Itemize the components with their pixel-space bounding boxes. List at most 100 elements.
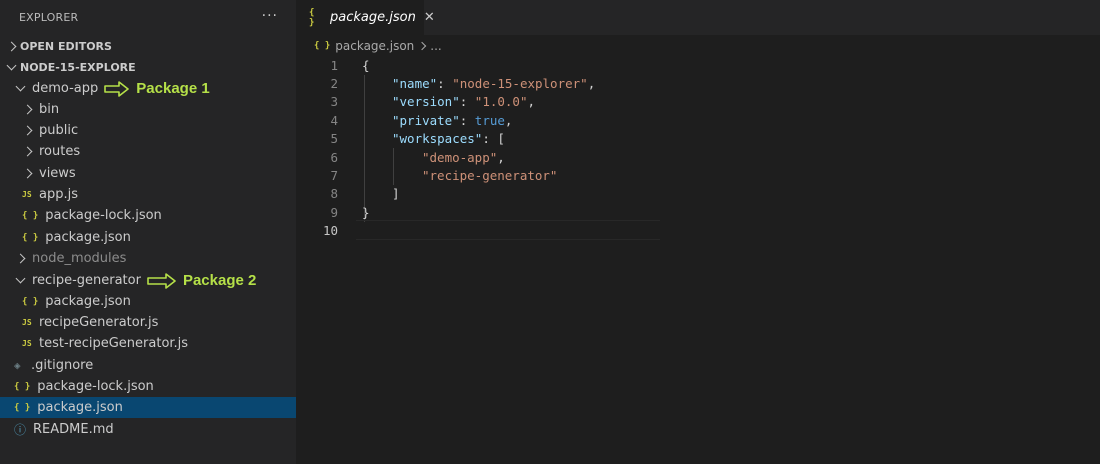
tree-file-readme-md[interactable]: ⓘ README.md [0,419,296,440]
tree-file-package-json[interactable]: { } package.json [0,227,296,248]
javascript-file-icon: JS [22,339,32,349]
chevron-right-icon [15,253,25,264]
chevron-right-icon [22,125,32,136]
tree-folder-views[interactable]: views [0,163,296,184]
line-number: 10 [322,223,338,239]
tree-file-package-json[interactable]: { } package.json [0,291,296,312]
line-number: 3 [330,94,338,110]
javascript-file-icon: JS [22,318,32,328]
tree-item-label: app.js [39,187,78,203]
json-key: "private" [392,112,460,128]
colon: : [437,76,453,92]
breadcrumb-file[interactable]: package.json [335,39,414,53]
tree-item-label: recipe-generator [32,273,141,289]
json-file-icon: { } [22,210,39,221]
tree-item-label: node_modules [32,251,127,267]
ellipsis-icon[interactable]: ··· [262,8,278,24]
json-string: "demo-app" [422,149,498,165]
bracket: ] [392,186,400,202]
tree-item-label: package-lock.json [37,379,154,395]
json-key: "workspaces" [392,131,483,147]
tree-file-app-js[interactable]: JS app.js [0,184,296,205]
annotation-label: Package 2 [182,272,257,290]
annotation-label: Package 1 [136,80,210,98]
explorer-header: EXPLORER ··· [0,0,296,35]
close-icon[interactable]: ✕ [424,10,435,25]
tree-folder-routes[interactable]: routes [0,141,296,162]
bracket: [ [497,131,505,147]
chevron-right-icon [22,104,32,115]
json-file-icon: { } [14,402,31,413]
json-string: "1.0.0" [474,94,528,110]
line-number: 2 [330,76,338,92]
workspace-section[interactable]: NODE-15-EXPLORE [0,56,296,78]
tree-item-label: public [39,123,79,139]
tree-folder-public[interactable]: public [0,120,296,141]
tree-item-label: views [39,166,76,182]
line-number: 1 [330,57,338,73]
code-line: 1 { [296,56,1100,74]
workspace-label: NODE-15-EXPLORE [20,60,136,74]
tab-package-json[interactable]: { } package.json ✕ [296,0,435,35]
chevron-down-icon [15,273,25,284]
brace: { [362,57,370,73]
chevron-right-icon [22,146,32,157]
line-number: 5 [330,131,338,147]
code-line: 4 "private": true, [296,111,1100,129]
json-file-icon: { } [14,381,31,392]
chevron-right-icon [6,41,16,51]
brace: } [362,204,370,220]
colon: : [459,94,475,110]
git-file-icon: ◈ [14,359,21,373]
tree-folder-node-modules[interactable]: node_modules [0,248,296,269]
arrow-right-icon [147,272,176,289]
line-number: 8 [330,186,338,202]
tree-file-gitignore[interactable]: ◈ .gitignore [0,355,296,376]
tree-item-label: package.json [45,294,131,310]
tree-item-label: recipeGenerator.js [39,315,159,331]
tree-item-label: bin [39,102,60,118]
colon: : [482,131,498,147]
comma: , [587,76,596,92]
tree-file-test-recipe-generator-js[interactable]: JS test-recipeGenerator.js [0,333,296,354]
code-line: 6 "demo-app", [296,148,1100,166]
json-file-icon: { } [309,7,315,28]
chevron-right-icon [418,41,427,51]
breadcrumb: { } package.json ... [296,35,1100,57]
tab-bar: { } package.json ✕ [296,0,1100,35]
annotation-package-2: Package 2 [147,272,256,289]
tree-item-label: package.json [37,400,123,416]
code-line: 7 "recipe-generator" [296,166,1100,184]
line-number: 9 [330,204,338,220]
editor-area: { } package.json ✕ { } package.json ... … [296,0,1100,464]
tree-folder-demo-app[interactable]: demo-app Package 1 [0,78,296,99]
tree-item-label: test-recipeGenerator.js [39,336,189,352]
tree-file-root-package-lock-json[interactable]: { } package-lock.json [0,376,296,397]
open-editors-label: OPEN EDITORS [20,39,112,53]
breadcrumb-more[interactable]: ... [430,39,441,53]
comma: , [497,149,505,165]
annotation-package-1: Package 1 [104,80,210,98]
tree-folder-recipe-generator[interactable]: recipe-generator Package 2 [0,270,296,291]
tree-file-recipe-generator-js[interactable]: JS recipeGenerator.js [0,312,296,333]
code-line: 3 "version": "1.0.0", [296,93,1100,111]
code-line: 9 } [296,203,1100,221]
tree-file-root-package-json[interactable]: { } package.json [0,397,296,419]
chevron-down-icon [6,60,16,70]
json-file-icon: { } [314,41,331,51]
json-string: "recipe-generator" [422,168,558,184]
open-editors-section[interactable]: OPEN EDITORS [0,35,296,57]
json-file-icon: { } [22,296,39,307]
tree-item-label: demo-app [32,81,99,97]
tree-item-label: package.json [45,230,131,246]
arrow-right-icon [104,80,130,97]
json-file-icon: { } [22,232,39,243]
tab-label: package.json [330,10,416,25]
info-file-icon: ⓘ [14,423,27,438]
tree-file-package-lock-json[interactable]: { } package-lock.json [0,205,296,226]
tree-folder-bin[interactable]: bin [0,99,296,120]
json-string: "node-15-explorer" [452,76,588,92]
line-number: 7 [330,168,338,184]
code-line: 2 "name": "node-15-explorer", [296,74,1100,92]
explorer-sidebar: EXPLORER ··· OPEN EDITORS NODE-15-EXPLOR… [0,0,296,464]
